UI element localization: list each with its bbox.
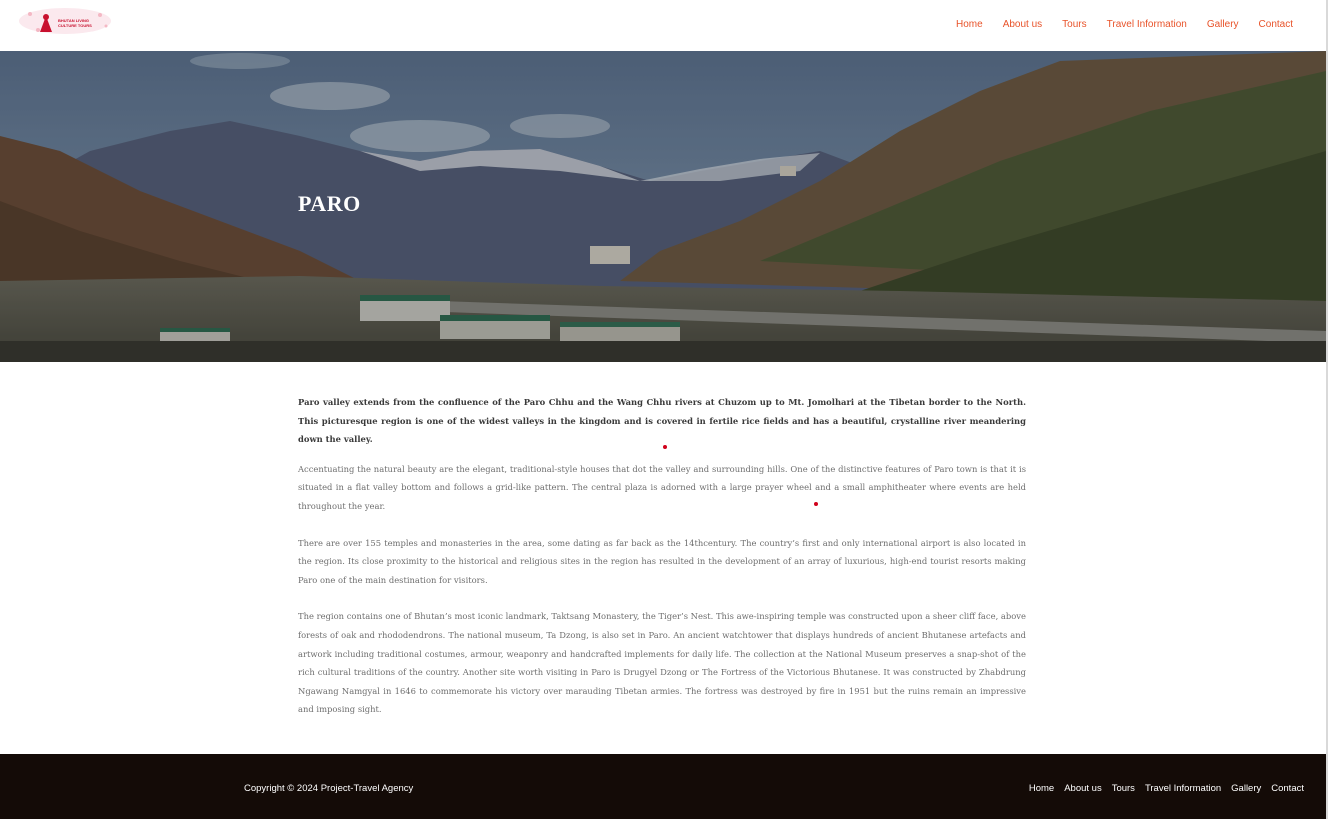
site-logo[interactable]: BHUTAN LIVING CULTURE TOURS (18, 6, 112, 36)
nav-travel-information[interactable]: Travel Information (1107, 18, 1187, 32)
article-body: Paro valley extends from the confluence … (298, 393, 1026, 719)
nav-home[interactable]: Home (956, 18, 983, 32)
hero-landscape-image (0, 51, 1326, 362)
page-title: PARO (298, 191, 361, 216)
footer-nav-gallery[interactable]: Gallery (1231, 783, 1261, 794)
cursor-dot-icon (814, 502, 818, 506)
site-header: BHUTAN LIVING CULTURE TOURS Home About u… (0, 0, 1326, 51)
nav-tours[interactable]: Tours (1062, 18, 1086, 32)
body-paragraph: There are over 155 temples and monasteri… (298, 537, 1026, 585)
logo-line-2: CULTURE TOURS (58, 23, 92, 28)
nav-contact[interactable]: Contact (1259, 18, 1293, 32)
body-paragraph: The region contains one of Bhutan’s most… (298, 611, 1026, 715)
footer-nav-about-us[interactable]: About us (1064, 783, 1102, 794)
footer-nav-home[interactable]: Home (1029, 783, 1054, 794)
cursor-dot-icon (663, 445, 667, 449)
intro-paragraph: Paro valley extends from the confluence … (298, 397, 1026, 445)
footer-nav: Home About us Tours Travel Information G… (1019, 783, 1304, 794)
hero-banner: PARO (0, 51, 1326, 362)
footer-nav-contact[interactable]: Contact (1271, 783, 1304, 794)
footer-nav-tours[interactable]: Tours (1112, 783, 1135, 794)
main-nav: Home About us Tours Travel Information G… (936, 18, 1293, 32)
nav-about-us[interactable]: About us (1003, 18, 1042, 32)
nav-gallery[interactable]: Gallery (1207, 18, 1239, 32)
site-footer: Copyright © 2024 Project-Travel Agency H… (0, 754, 1326, 819)
body-paragraph: Accentuating the natural beauty are the … (298, 463, 1026, 511)
copyright-text: Copyright © 2024 Project-Travel Agency (244, 783, 414, 794)
footer-nav-travel-information[interactable]: Travel Information (1145, 783, 1221, 794)
logo-text: BHUTAN LIVING CULTURE TOURS (58, 18, 92, 28)
